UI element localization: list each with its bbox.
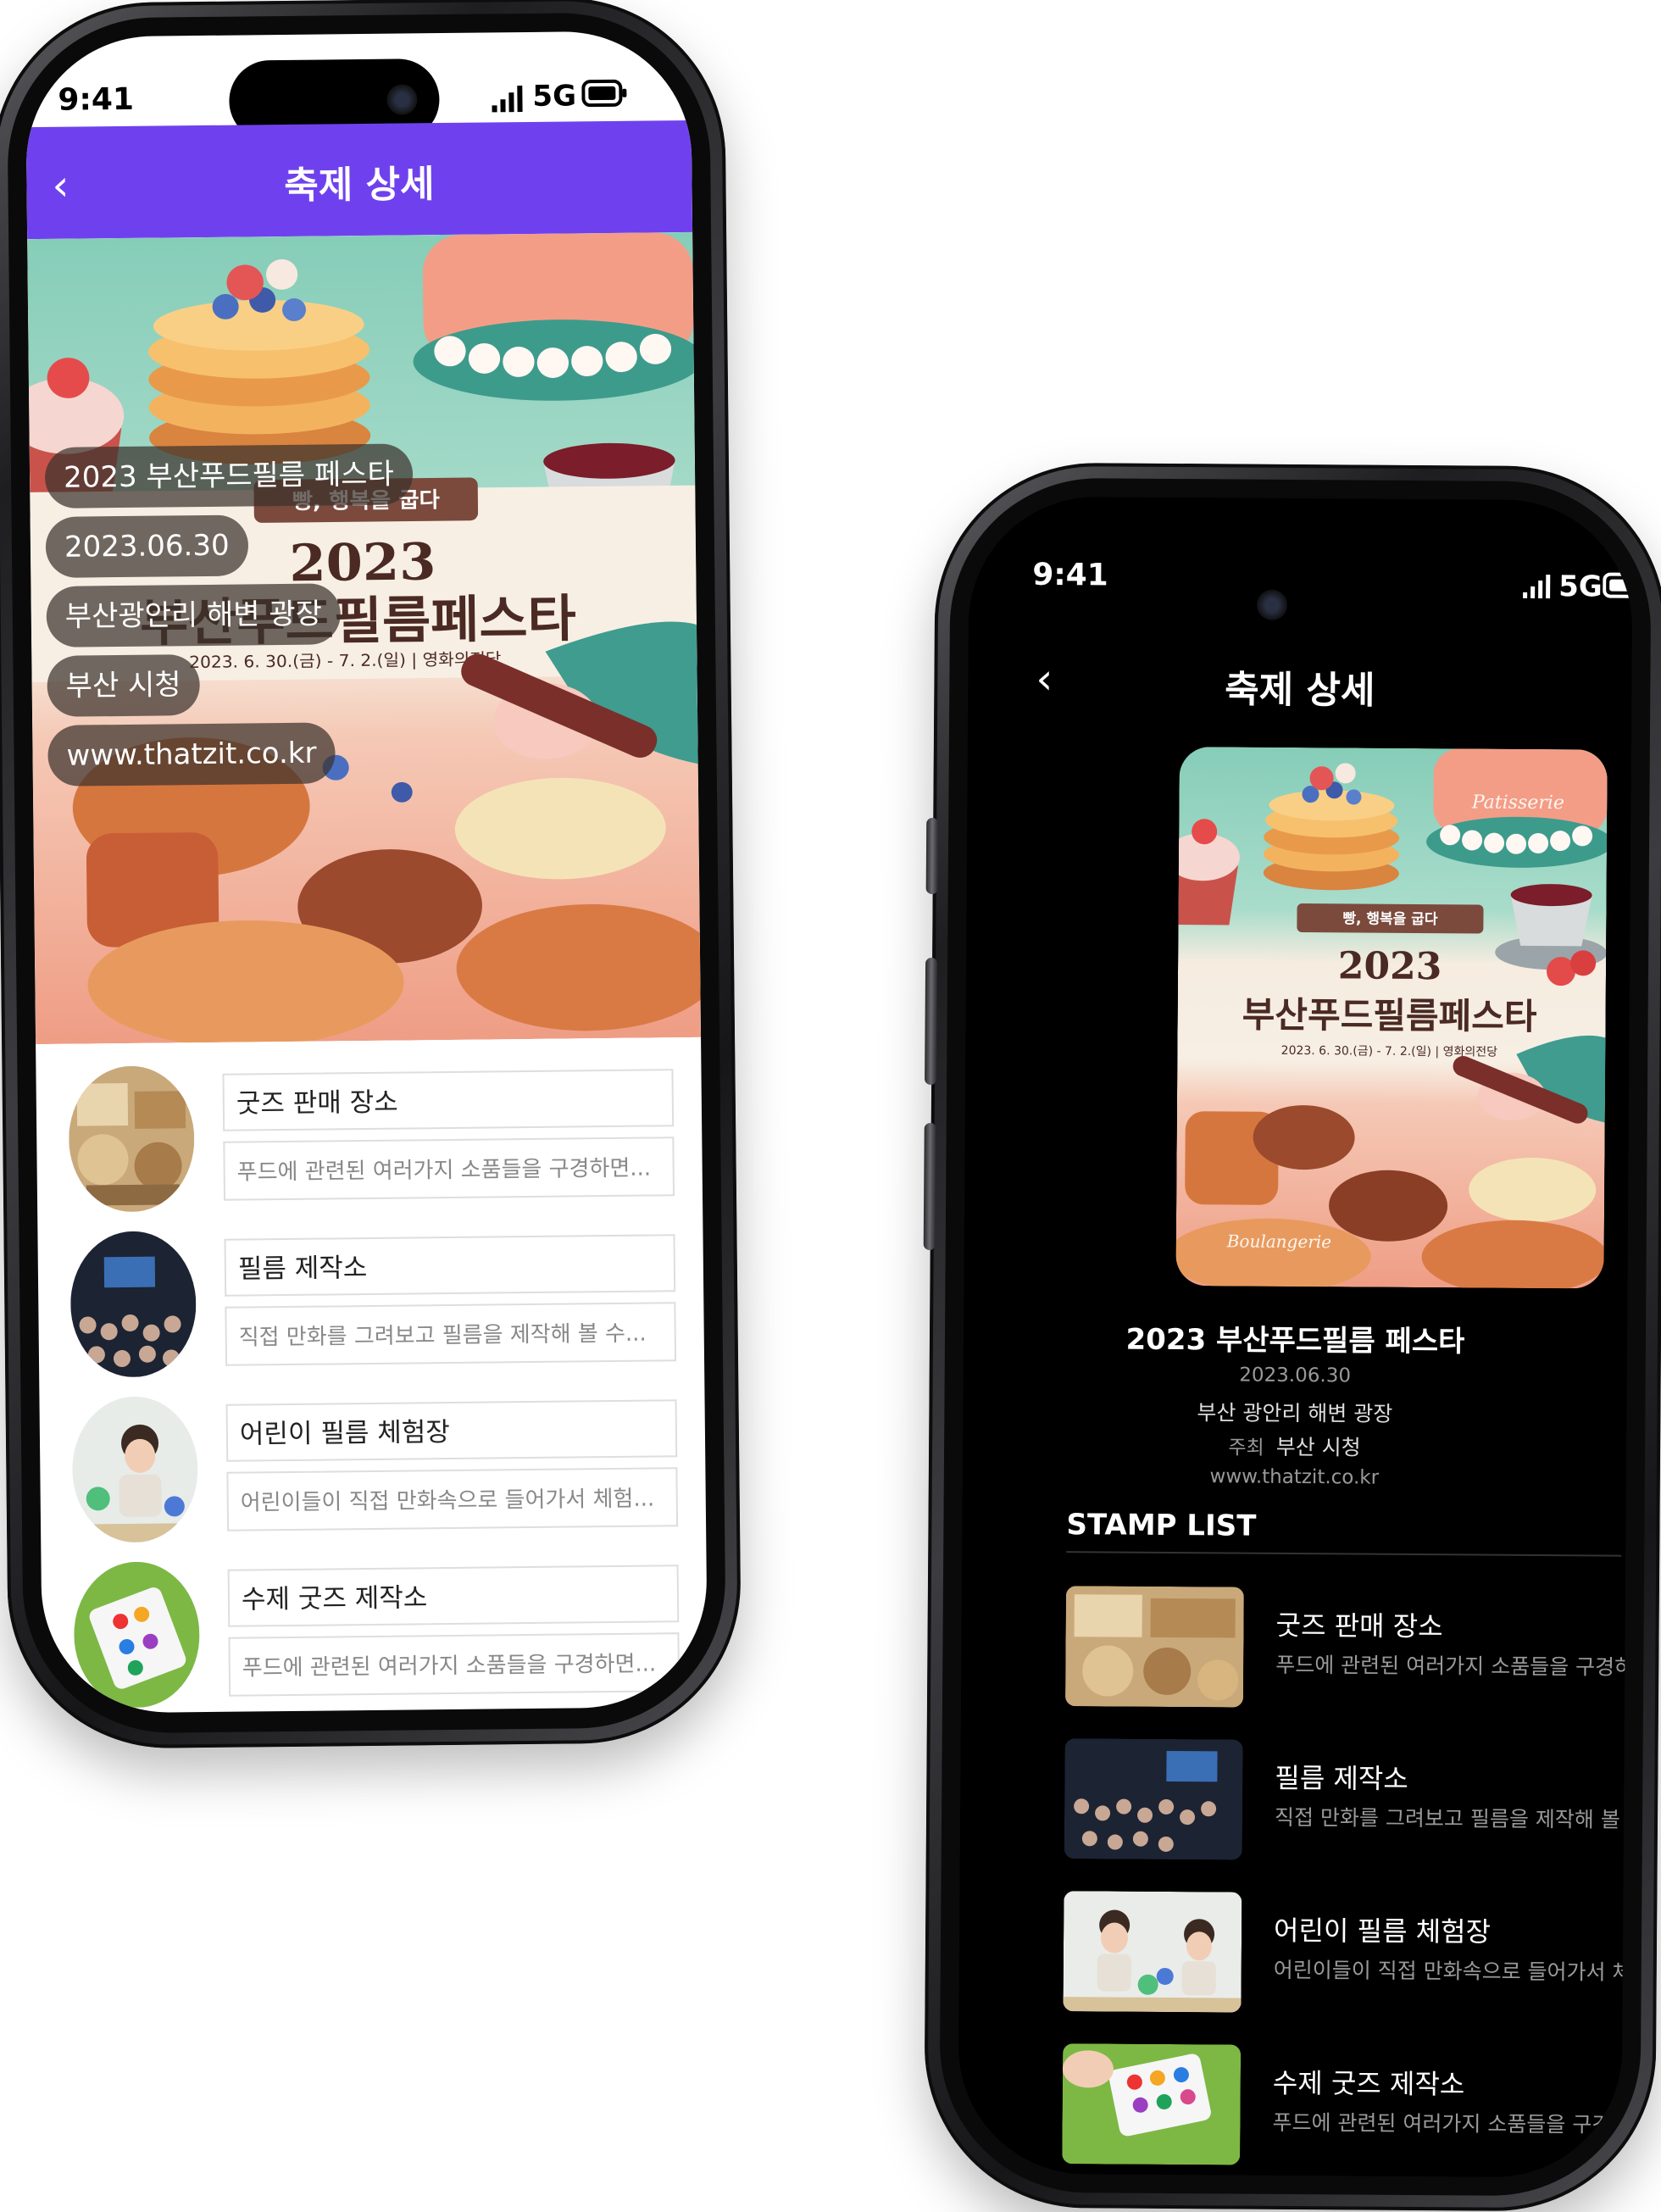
info-chip-title: 2023 부산푸드필름 페스타 — [44, 443, 414, 509]
festival-host-row: 주최 부산 시청 — [963, 1428, 1626, 1463]
stamp-desc: 푸드에 관련된 여러가지 소품들을 구경하면... — [223, 1137, 675, 1201]
list-item[interactable]: 수제 굿즈 제작소 푸드에 관련된 여러가지 소품들을 구경하면... — [42, 1556, 708, 1714]
stamp-thumb-film — [1064, 1738, 1243, 1860]
screen-dark: 9:41 5G ‹ 축제 상세 Patisserie 빵, 행복을 굽다 202… — [958, 496, 1633, 2178]
side-button — [925, 817, 939, 895]
poster-script-bottom: Boulangerie — [1226, 1231, 1331, 1252]
side-button — [923, 1122, 936, 1251]
info-chip-location: 부산광안리 해변 광장 — [46, 583, 342, 647]
festival-location: 부산 광안리 해변 광장 — [1197, 1400, 1393, 1426]
poster-illustration: Patisserie 빵, 행복을 굽다 2023 부산푸드필름페스타 2023… — [1175, 747, 1608, 1289]
battery-icon — [581, 79, 627, 108]
phone-light-mockup: 9:41 5G ‹ 축제 상세 굽다 2023 부산푸드필름페스타 2023. … — [0, 0, 742, 1750]
stamp-desc: 어린이들이 직접 만화속으로 들어가서 체험... — [1273, 1957, 1633, 1986]
signal-icon — [1523, 575, 1551, 599]
network-label: 5G — [532, 79, 577, 114]
stamp-title: 어린이 필름 체험장 — [225, 1399, 678, 1462]
battery-icon — [1603, 572, 1633, 598]
poster-dates: 2023. 6. 30.(금) - 7. 2.(일) | 영화의전당 — [189, 650, 501, 672]
stamp-title: 필름 제작소 — [224, 1234, 676, 1297]
host-value: 부산 시청 — [1275, 1434, 1361, 1460]
host-label: 주최 — [1228, 1437, 1264, 1459]
screen-light: 9:41 5G ‹ 축제 상세 굽다 2023 부산푸드필름페스타 2023. … — [25, 30, 708, 1715]
stamp-thumb-film — [69, 1231, 197, 1378]
festival-poster: 빵, 행복을 굽다 2023 부산푸드필름페스타 2023. 6. 30.(금)… — [27, 231, 702, 1045]
festival-name: 2023 부산푸드필름 페스타 — [1125, 1322, 1465, 1359]
festival-url[interactable]: www.thatzit.co.kr — [963, 1464, 1626, 1490]
stamp-title: 어린이 필름 체험장 — [1273, 1914, 1492, 1948]
festival-poster: Patisserie 빵, 행복을 굽다 2023 부산푸드필름페스타 2023… — [1175, 747, 1608, 1289]
list-item[interactable]: 수제 굿즈 제작소 푸드에 관련된 여러가지 소품들을 구경하면... — [1062, 2043, 1633, 2175]
status-time: 9:41 — [58, 81, 135, 118]
info-chip-url[interactable]: www.thatzit.co.kr — [47, 722, 336, 786]
poster-ribbon: 빵, 행복을 굽다 — [1342, 910, 1438, 928]
stamp-title: 수제 굿즈 제작소 — [1272, 2066, 1465, 2101]
stamp-title: 굿즈 판매 장소 — [1275, 1609, 1443, 1643]
list-item[interactable]: 필름 제작소 직접 만화를 그려보고 필름을 제작해 볼 수... — [1064, 1738, 1633, 1870]
stamp-title: 필름 제작소 — [1275, 1761, 1408, 1795]
stamp-desc: 직접 만화를 그려보고 필름을 제작해 볼 수... — [1274, 1804, 1633, 1833]
info-chip-date: 2023.06.30 — [45, 514, 248, 578]
network-label: 5G — [1558, 570, 1603, 604]
list-item[interactable]: 어린이 필름 체험장 어린이들이 직접 만화속으로 들어가서 체험... — [1063, 1891, 1633, 2022]
status-time: 9:41 — [1032, 557, 1108, 593]
page-title: 축제 상세 — [284, 163, 435, 208]
stamp-desc: 어린이들이 직접 만화속으로 들어가서 체험... — [226, 1467, 679, 1531]
poster-title: 부산푸드필름페스타 — [1242, 994, 1537, 1037]
poster-script-top: Patisserie — [1471, 792, 1564, 814]
divider — [1066, 1551, 1622, 1557]
list-item[interactable]: 어린이 필름 체험장 어린이들이 직접 만화속으로 들어가서 체험... — [39, 1391, 706, 1567]
side-button — [925, 957, 938, 1086]
stamp-thumb-goods — [68, 1065, 196, 1213]
stamp-title: 수제 굿즈 제작소 — [227, 1565, 680, 1627]
list-item[interactable]: 굿즈 판매 장소 푸드에 관련된 여러가지 소품들을 구경하면... — [1064, 1586, 1633, 1717]
stamp-thumb-kids — [71, 1396, 199, 1543]
camera-icon — [386, 84, 418, 115]
stamp-thumb-goods — [1064, 1586, 1244, 1708]
status-bar: 9:41 5G — [969, 496, 1633, 627]
list-item[interactable]: 굿즈 판매 장소 푸드에 관련된 여러가지 소품들을 구경하면... — [36, 1060, 703, 1237]
camera-icon — [1256, 589, 1288, 620]
stamp-desc: 푸드에 관련된 여러가지 소품들을 구경하면... — [1275, 1652, 1633, 1681]
stamp-thumb-handmade — [73, 1561, 201, 1709]
signal-icon — [492, 86, 523, 113]
info-chip-host: 부산 시청 — [47, 654, 200, 717]
poster-year: 2023 — [1338, 944, 1442, 988]
list-item[interactable]: 필름 제작소 직접 만화를 그려보고 필름을 제작해 볼 수... — [37, 1225, 704, 1402]
app-header: ‹ 축제 상세 — [25, 119, 693, 240]
stamp-thumb-kids — [1063, 1891, 1242, 2013]
stamp-desc: 푸드에 관련된 여러가지 소품들을 구경하면... — [1272, 2109, 1633, 2138]
stamp-title: 굿즈 판매 장소 — [222, 1069, 675, 1131]
stamp-desc: 직접 만화를 그려보고 필름을 제작해 볼 수... — [225, 1302, 677, 1366]
stamp-thumb-handmade — [1062, 2043, 1242, 2165]
stamp-desc: 푸드에 관련된 여러가지 소품들을 구경하면... — [228, 1632, 681, 1697]
stamp-list-heading: STAMP LIST — [1066, 1508, 1257, 1543]
phone-dark-mockup: 9:41 5G ‹ 축제 상세 Patisserie 빵, 행복을 굽다 202… — [923, 462, 1661, 2212]
page-title: 축제 상세 — [1225, 668, 1375, 713]
festival-date: 2023.06.30 — [1239, 1364, 1352, 1387]
